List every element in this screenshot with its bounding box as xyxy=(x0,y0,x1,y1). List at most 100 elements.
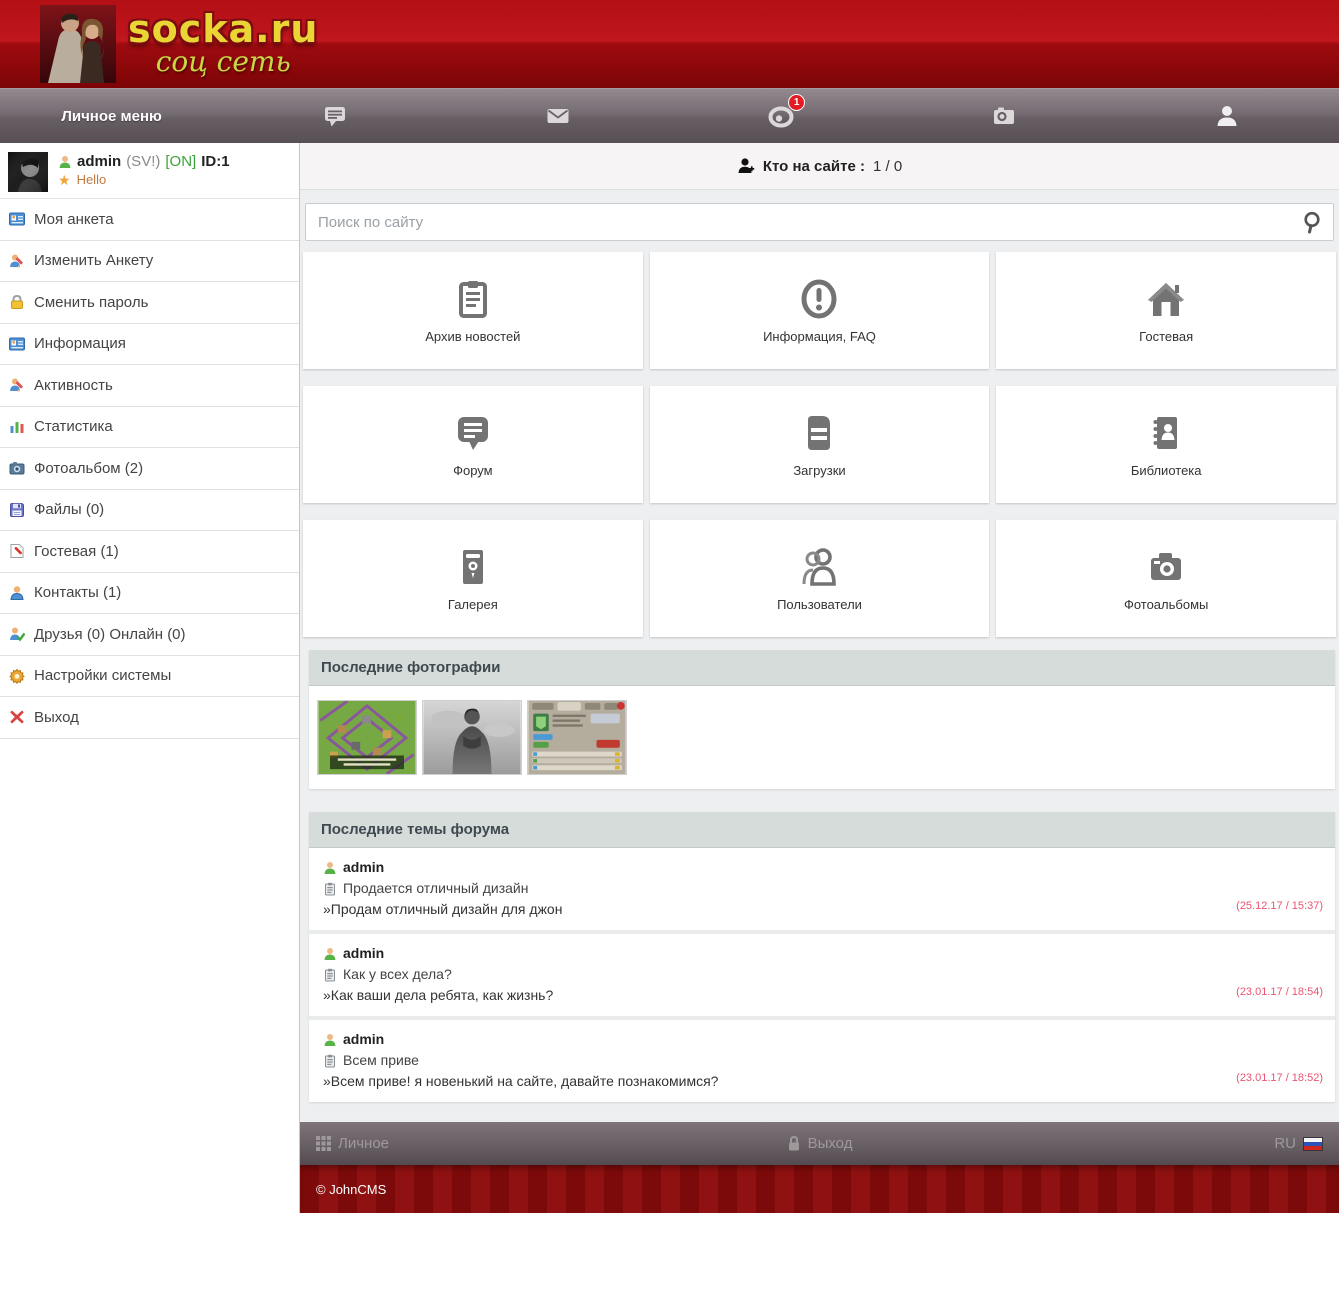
sidebar-item-friends[interactable]: Друзья (0) Онлайн (0) xyxy=(0,614,299,656)
logo[interactable]: socka.ru соц сеть xyxy=(40,5,318,83)
sidebar-item-guestbook[interactable]: Гостевая (1) xyxy=(0,531,299,573)
vcard-icon xyxy=(9,337,25,351)
latest-forum-body: admin Продается отличный дизайн »Продам … xyxy=(309,848,1335,1102)
tile-downloads[interactable]: Загрузки xyxy=(649,386,990,503)
vcard-icon xyxy=(9,212,25,226)
sidebar-item-logout[interactable]: Выход xyxy=(0,697,299,739)
sidebar-item-contacts[interactable]: Контакты (1) xyxy=(0,572,299,614)
topic-last-post[interactable]: »Как ваши дела ребята, как жизнь? xyxy=(323,985,553,1006)
info-icon xyxy=(801,279,837,318)
nav-profile[interactable] xyxy=(1116,89,1339,143)
topic-lastpost-line: »Как ваши дела ребята, как жизнь? xyxy=(323,985,1321,1006)
search-icon[interactable] xyxy=(1300,210,1324,234)
topic-author-line: admin xyxy=(323,1029,1321,1050)
topic-title[interactable]: Всем приве xyxy=(343,1050,419,1071)
user-mini-icon xyxy=(324,947,336,960)
tile-gallery[interactable]: Галерея xyxy=(303,520,643,637)
topic-last-post[interactable]: »Всем приве! я новенький на сайте, давай… xyxy=(323,1071,718,1092)
gear-icon xyxy=(9,668,25,684)
photo-thumb-bodybuilder[interactable] xyxy=(422,700,522,775)
tile-guestbook[interactable]: Гостевая xyxy=(996,252,1336,369)
sidebar-item-label: Гостевая (1) xyxy=(34,542,119,560)
sidebar-item-edit-profile[interactable]: Изменить Анкету xyxy=(0,240,299,282)
forum-bubble-icon xyxy=(457,416,488,450)
nav-chat[interactable] xyxy=(223,89,446,143)
who-online-bar[interactable]: Кто на сайте : 1 / 0 xyxy=(300,143,1339,190)
sidebar-item-label: Информация xyxy=(34,335,126,353)
user-edit-icon xyxy=(10,378,23,393)
sidebar-item-activity[interactable]: Активность xyxy=(0,365,299,407)
camera-icon xyxy=(989,101,1019,131)
tile-forum[interactable]: Форум xyxy=(303,386,643,503)
sidebar-item-label: Активность xyxy=(34,376,113,394)
sidebar-item-my-profile[interactable]: Моя анкета xyxy=(0,199,299,241)
clipboard-mini-icon xyxy=(325,968,335,981)
topic-date: (25.12.17 / 15:37) xyxy=(1236,900,1323,912)
user-edit-icon xyxy=(10,254,23,268)
language-label: RU xyxy=(1274,1135,1297,1152)
forum-topic-row: admin Как у всех дела? »Как ваши дела ре… xyxy=(309,934,1335,1020)
personal-menu-tab[interactable]: Личное меню xyxy=(0,89,223,143)
who-online-label: Кто на сайте : xyxy=(762,157,865,175)
tile-news-archive[interactable]: Архив новостей xyxy=(303,252,643,369)
avatar[interactable] xyxy=(8,152,48,192)
sidebar-item-label: Контакты (1) xyxy=(34,584,122,602)
users-icon xyxy=(802,547,837,586)
topic-date: (23.01.17 / 18:54) xyxy=(1236,986,1323,998)
topic-author-line: admin xyxy=(323,857,1321,878)
latest-photos-body xyxy=(309,686,1335,789)
copyright[interactable]: © JohnCMS xyxy=(316,1182,386,1197)
person-plus-icon xyxy=(738,158,755,173)
couple-photo xyxy=(40,5,116,83)
tile-library[interactable]: Библиотека xyxy=(996,386,1336,503)
tile-photoalbums[interactable]: Фотоальбомы xyxy=(996,520,1336,637)
tile-label: Галерея xyxy=(447,596,498,612)
topic-title-line: Всем приве xyxy=(323,1050,1321,1071)
footer-logout-link[interactable]: Выход xyxy=(652,1135,988,1152)
lock-icon xyxy=(788,1135,799,1151)
sidebar-item-files[interactable]: Файлы (0) xyxy=(0,489,299,531)
photo-thumb-game-village[interactable] xyxy=(317,700,417,775)
sidebar-item-statistics[interactable]: Статистика xyxy=(0,406,299,448)
sidebar-item-information[interactable]: Информация xyxy=(0,323,299,365)
topic-title[interactable]: Продается отличный дизайн xyxy=(343,878,528,899)
nav-watch[interactable]: 1 xyxy=(670,89,893,143)
forum-topic-row: admin Всем приве »Всем приве! я новеньки… xyxy=(309,1020,1335,1102)
eye-icon: 1 xyxy=(766,94,806,131)
search-input[interactable] xyxy=(305,203,1334,241)
sidebar-item-label: Изменить Анкету xyxy=(34,252,154,270)
lock-icon xyxy=(11,295,23,310)
sidebar-item-label: Статистика xyxy=(34,418,113,436)
tile-users[interactable]: Пользователи xyxy=(649,520,990,637)
username[interactable]: admin xyxy=(77,153,121,170)
nav-photos[interactable] xyxy=(893,89,1116,143)
friend-check-icon xyxy=(10,627,25,642)
user-mini-icon xyxy=(59,155,71,168)
person-icon xyxy=(1212,101,1242,131)
photo-thumb-game-clan[interactable] xyxy=(527,700,627,775)
topic-last-post[interactable]: »Продам отличный дизайн для джон xyxy=(323,899,562,920)
topic-author-line: admin xyxy=(323,943,1321,964)
photo-thumbs xyxy=(309,686,1335,789)
topic-title[interactable]: Как у всех дела? xyxy=(343,964,452,985)
clipboard-mini-icon xyxy=(325,882,335,895)
topic-author[interactable]: admin xyxy=(343,857,384,878)
language-switcher[interactable]: RU xyxy=(987,1135,1324,1152)
clipboard-mini-icon xyxy=(325,1054,335,1067)
bar-chart-icon xyxy=(10,421,24,433)
tile-label: Фотоальбомы xyxy=(1123,596,1209,612)
forum-topic-row: admin Продается отличный дизайн »Продам … xyxy=(309,848,1335,934)
tile-info-faq[interactable]: Информация, FAQ xyxy=(649,252,990,369)
nav-mail[interactable] xyxy=(446,89,669,143)
contact-icon xyxy=(10,586,24,600)
user-greeting-line: ★ Hello xyxy=(58,172,230,187)
sidebar-item-label: Друзья (0) Онлайн (0) xyxy=(34,625,186,643)
topic-author[interactable]: admin xyxy=(343,1029,384,1050)
sidebar-item-label: Моя анкета xyxy=(34,210,114,228)
site-footer: © JohnCMS xyxy=(300,1165,1339,1213)
sidebar-item-change-password[interactable]: Сменить пароль xyxy=(0,282,299,324)
sidebar-item-photoalbum[interactable]: Фотоальбом (2) xyxy=(0,448,299,490)
topic-author[interactable]: admin xyxy=(343,943,384,964)
footer-personal-link[interactable]: Личное xyxy=(316,1135,652,1152)
sidebar-item-settings[interactable]: Настройки системы xyxy=(0,655,299,697)
